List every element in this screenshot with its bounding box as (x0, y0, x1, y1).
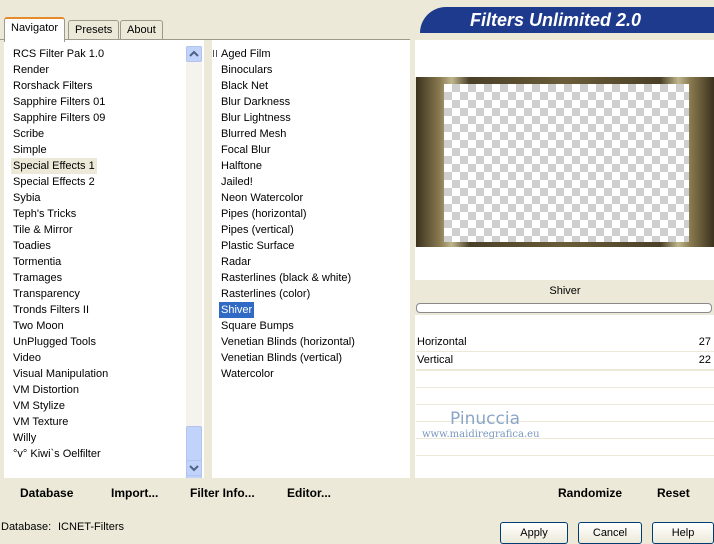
cancel-button[interactable]: Cancel (578, 522, 642, 544)
filter-list[interactable]: Aged Film Binoculars Black Net Blur Darknes… (0, 46, 410, 476)
param-value: 22 (698, 354, 711, 366)
filter-item[interactable]: Pipes (vertical) (221, 222, 294, 238)
database-button[interactable]: Database (20, 486, 73, 500)
filter-item[interactable]: Watercolor (221, 366, 274, 382)
param-row-divider (416, 455, 714, 456)
preview-bottom-margin (415, 247, 714, 280)
reset-button[interactable]: Reset (657, 486, 690, 500)
current-filter-name: Shiver (416, 280, 714, 302)
status-label: Database: (1, 521, 52, 533)
app-title: Filters Unlimited 2.0 (470, 10, 642, 30)
help-button[interactable]: Help (652, 522, 714, 544)
filter-item[interactable]: Blur Darkness (221, 94, 290, 110)
randomize-button[interactable]: Randomize (558, 486, 622, 500)
filter-item[interactable]: Shiver (219, 302, 255, 318)
filter-item[interactable]: Rasterlines (black & white) (221, 270, 351, 286)
watermark-name: Pinuccia (450, 409, 520, 429)
filter-item[interactable]: Radar (221, 254, 251, 270)
apply-button[interactable]: Apply (500, 522, 568, 544)
filter-item[interactable]: Aged Film (221, 46, 271, 62)
filter-item[interactable]: Square Bumps (221, 318, 294, 334)
filter-item[interactable]: Rasterlines (color) (221, 286, 310, 302)
filter-item[interactable]: Focal Blur (221, 142, 271, 158)
param-row-divider (416, 404, 714, 405)
filter-item[interactable]: Halftone (221, 158, 262, 174)
tab-about[interactable]: About (120, 20, 163, 40)
import-button[interactable]: Import... (111, 486, 158, 500)
filter-item[interactable]: Blur Lightness (221, 110, 291, 126)
filter-item[interactable]: Jailed! (221, 174, 253, 190)
filter-item[interactable]: Plastic Surface (221, 238, 294, 254)
filter-item[interactable]: Black Net (221, 78, 268, 94)
param-label: Vertical (417, 354, 454, 366)
watermark-url: www.maidiregrafica.eu (422, 429, 540, 440)
editor-button[interactable]: Editor... (287, 486, 331, 500)
filter-item[interactable]: Blurred Mesh (221, 126, 286, 142)
preview-top-margin (415, 40, 714, 77)
filter-item[interactable]: Binoculars (221, 62, 272, 78)
filter-item[interactable]: Neon Watercolor (221, 190, 303, 206)
tab-navigator[interactable]: Navigator (4, 17, 66, 42)
preview-transparency (444, 84, 689, 242)
param-row-divider (416, 387, 714, 388)
param-horizontal[interactable]: Horizontal 27 (416, 334, 714, 352)
param-value: 27 (698, 336, 711, 348)
param-label: Horizontal (417, 336, 467, 348)
filter-item[interactable]: Venetian Blinds (vertical) (221, 350, 342, 366)
param-vertical[interactable]: Vertical 22 (416, 352, 714, 370)
filter-item[interactable]: Pipes (horizontal) (221, 206, 307, 222)
status-value: ICNET-Filters (58, 521, 124, 533)
filter-item[interactable]: Venetian Blinds (horizontal) (221, 334, 355, 350)
tab-presets[interactable]: Presets (68, 20, 120, 40)
filter-info-button[interactable]: Filter Info... (190, 486, 255, 500)
param-row-divider (416, 370, 714, 371)
progress-bar (416, 303, 712, 313)
